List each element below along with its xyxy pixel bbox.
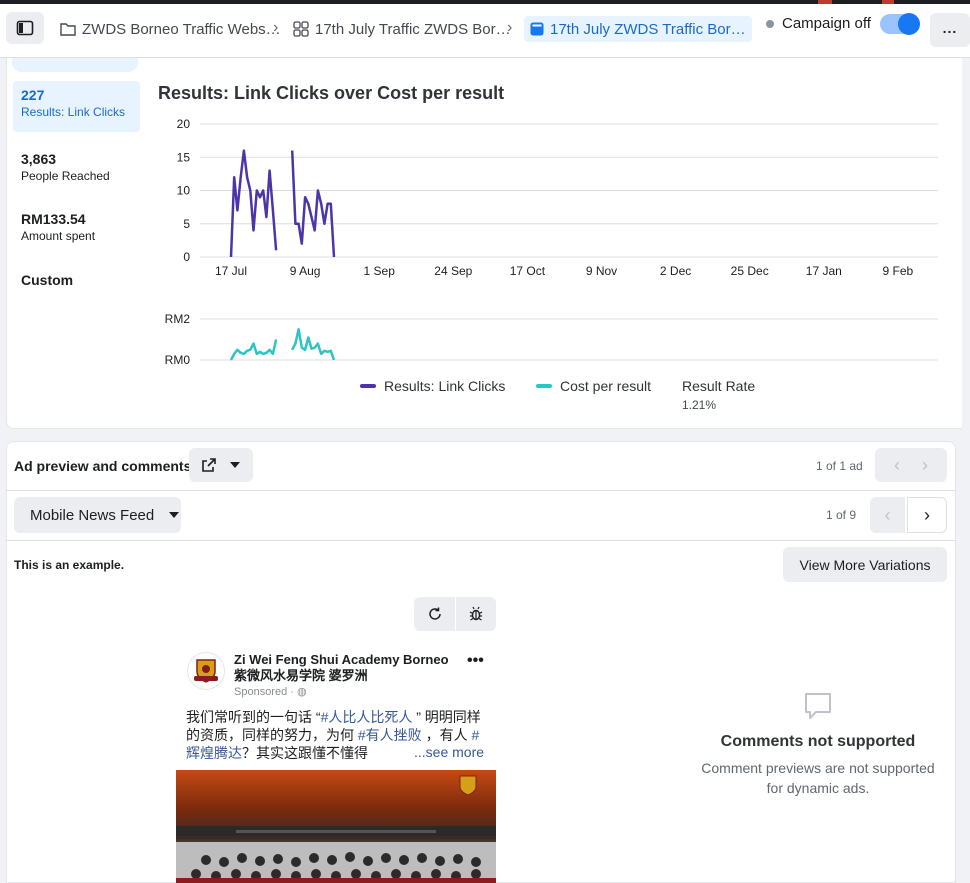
chevron-right-icon: › xyxy=(924,504,930,525)
campaign-toggle[interactable] xyxy=(880,13,920,35)
hashtag-link[interactable]: #有人挫败 xyxy=(358,727,422,743)
scrollbar[interactable] xyxy=(962,58,970,883)
tab-fragment xyxy=(12,58,138,72)
prev-ad-icon[interactable]: ‹ xyxy=(894,455,900,476)
page-avatar[interactable] xyxy=(187,652,225,690)
chevron-left-icon: ‹ xyxy=(884,504,891,525)
next-variation-button[interactable]: › xyxy=(907,497,947,533)
ad-icon xyxy=(530,22,544,36)
legend-swatch xyxy=(536,384,552,388)
breadcrumb-separator: › xyxy=(507,19,513,36)
window-strip xyxy=(0,0,970,4)
grid-icon xyxy=(293,21,309,37)
hashtag-link[interactable]: #人比人比死人 xyxy=(321,709,413,725)
refresh-icon xyxy=(428,607,441,620)
bug-icon xyxy=(469,606,483,621)
legend-label: Result Rate xyxy=(682,378,756,394)
post-text-part: ，有人 xyxy=(421,727,472,743)
ad-pager: 1 of 1 ad xyxy=(816,459,863,473)
view-more-variations-button[interactable]: View More Variations xyxy=(783,547,947,582)
divider xyxy=(6,540,956,541)
share-preview-button[interactable] xyxy=(189,448,253,482)
ad-pager-buttons: ‹ › xyxy=(875,448,947,482)
metric-value: Custom xyxy=(21,272,74,288)
legend-link-clicks[interactable]: Results: Link Clicks xyxy=(360,378,505,394)
more-icon: ... xyxy=(942,20,958,36)
caret-down-icon xyxy=(230,462,240,468)
placement-label: Mobile News Feed xyxy=(30,506,155,524)
globe-icon: ◍ xyxy=(296,686,307,698)
view-more-label: View More Variations xyxy=(799,556,931,573)
legend-cost-per-result[interactable]: Cost per result xyxy=(536,378,651,394)
breadcrumb-separator: › xyxy=(273,19,279,36)
metric-value: 227 xyxy=(21,87,45,103)
metric-value: 3,863 xyxy=(21,151,57,167)
more-options-button[interactable]: ... xyxy=(930,13,970,47)
performance-card xyxy=(6,58,968,429)
folder-icon xyxy=(60,23,76,36)
result-rate-value: 1.21% xyxy=(682,398,717,412)
breadcrumb-campaign-label: ZWDS Borneo Traffic Webs… xyxy=(82,20,281,38)
divider xyxy=(6,490,956,491)
external-link-icon xyxy=(202,458,216,472)
chart-title: Results: Link Clicks over Cost per resul… xyxy=(158,83,505,103)
variation-pager: 1 of 9 xyxy=(826,508,857,522)
campaign-status: Campaign off xyxy=(766,15,871,32)
metric-label: Amount spent xyxy=(21,229,96,243)
sponsored-label: Sponsored · ◍ xyxy=(234,685,307,698)
academy-logo-icon xyxy=(194,659,218,683)
refresh-preview-button[interactable] xyxy=(414,597,455,631)
legend-result-rate[interactable]: Result Rate xyxy=(682,378,755,394)
breadcrumb-ad-label: 17th July ZWDS Traffic Bor… xyxy=(550,20,746,38)
metric-amount-spent[interactable]: RM133.54 Amount spent xyxy=(13,205,140,249)
group-photo-image xyxy=(176,770,496,883)
sponsored-text: Sponsored · xyxy=(234,686,297,698)
metric-label: Results: Link Clicks xyxy=(21,105,126,119)
next-ad-icon[interactable]: › xyxy=(922,455,928,476)
metric-value: RM133.54 xyxy=(21,211,86,227)
metric-label: People Reached xyxy=(21,169,110,183)
metric-people-reached[interactable]: 3,863 People Reached xyxy=(13,145,140,189)
ad-image[interactable] xyxy=(176,770,496,883)
debug-preview-button[interactable] xyxy=(456,597,496,631)
legend-swatch xyxy=(360,384,376,388)
sidebar-toggle-button[interactable] xyxy=(6,12,44,44)
example-note: This is an example. xyxy=(14,558,125,572)
comments-not-supported-text: Comment previews are not supported for d… xyxy=(701,760,935,796)
post-more-icon[interactable]: ••• xyxy=(467,652,484,670)
legend-label: Results: Link Clicks xyxy=(384,378,506,394)
metric-custom[interactable]: Custom xyxy=(13,266,140,294)
campaign-status-label: Campaign off xyxy=(782,15,871,32)
post-text-part: 我们常听到的一句话 “ xyxy=(186,709,321,725)
metric-link-clicks[interactable]: 227 Results: Link Clicks xyxy=(13,81,140,132)
prev-variation-button[interactable]: ‹ xyxy=(870,497,905,533)
ad-preview-title: Ad preview and comments xyxy=(14,458,192,474)
comments-not-supported-title: Comments not supported xyxy=(720,733,916,750)
see-more-link[interactable]: ...see more xyxy=(412,744,485,760)
caret-down-icon xyxy=(169,512,180,518)
breadcrumb-adset[interactable]: 17th July Traffic ZWDS Bor… xyxy=(293,16,511,42)
page-name[interactable]: Zi Wei Feng Shui Academy Borneo 紫微风水易学院 … xyxy=(234,652,460,684)
placement-dropdown[interactable]: Mobile News Feed xyxy=(14,497,181,533)
breadcrumb-campaign[interactable]: ZWDS Borneo Traffic Webs… xyxy=(60,16,281,42)
comment-bubble-icon xyxy=(805,693,831,719)
legend-label: Cost per result xyxy=(560,378,652,394)
breadcrumb-adset-label: 17th July Traffic ZWDS Bor… xyxy=(315,20,511,38)
breadcrumb-ad[interactable]: 17th July ZWDS Traffic Bor… xyxy=(524,16,752,42)
post-text-part: ？其实这跟懂不懂得 xyxy=(242,745,368,761)
status-dot-icon xyxy=(766,19,774,28)
sidebar-toggle-icon xyxy=(16,20,34,36)
